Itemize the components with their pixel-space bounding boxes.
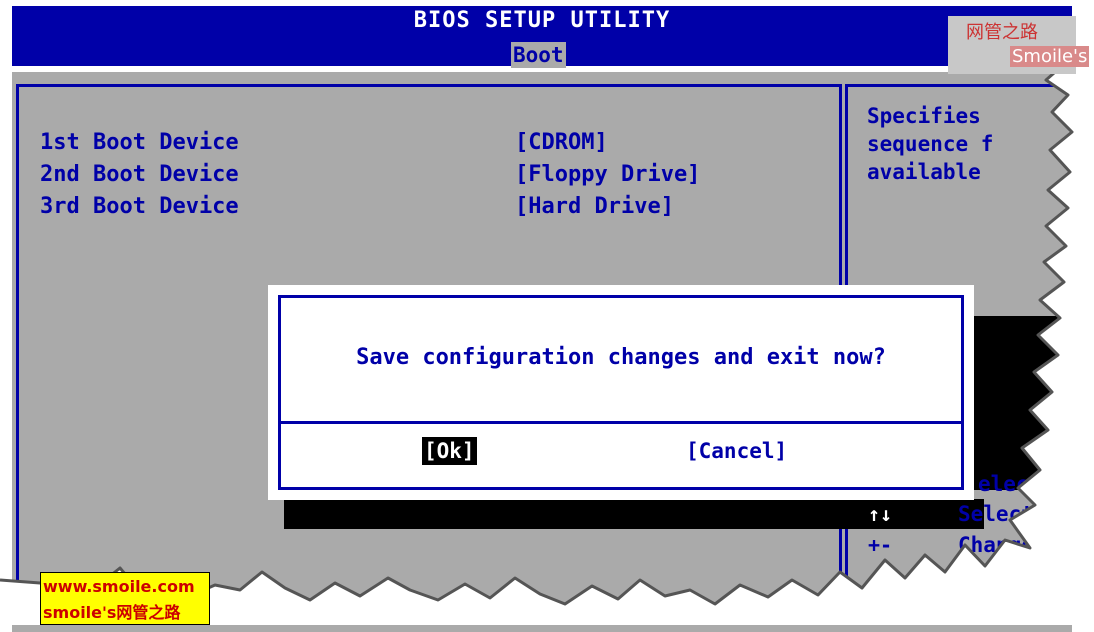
watermark-text: smoile's网管之路 (43, 603, 181, 622)
key-help-line: Change (958, 533, 1034, 557)
boot-device-row[interactable]: 2nd Boot Device [Floppy Drive] (0, 162, 840, 198)
dialog-frame (278, 295, 964, 490)
help-text-line: available (867, 160, 981, 184)
boot-device-value[interactable]: [CDROM] (515, 130, 608, 155)
dialog-divider (278, 421, 964, 424)
ok-button[interactable]: [Ok] (422, 437, 477, 465)
dialog-message: Save configuration changes and exit now? (356, 345, 886, 370)
watermark-text: www.smoile.com (43, 577, 195, 596)
watermark-text: Smoile's (1010, 46, 1090, 67)
boot-device-value[interactable]: [Floppy Drive] (515, 162, 700, 187)
plus-minus-icon: +- (868, 533, 893, 557)
key-help-line: elect S (978, 472, 1067, 496)
watermark-bottom: www.smoile.com smoile's网管之路 (40, 572, 210, 625)
bios-title: BIOS SETUP UTILITY (413, 8, 671, 33)
cancel-button[interactable]: [Cancel] (686, 437, 787, 465)
boot-device-label: 1st Boot Device (40, 130, 239, 155)
tab-boot[interactable]: Boot (511, 42, 566, 68)
dialog-shadow (964, 316, 1074, 490)
title-bar: BIOS SETUP UTILITY Boot (12, 6, 1072, 68)
key-help-line: Select I (958, 502, 1060, 526)
boot-device-label: 2nd Boot Device (40, 162, 239, 187)
help-text-line: sequence f (867, 132, 994, 156)
boot-device-value[interactable]: [Hard Drive] (515, 194, 674, 219)
help-text-line: Specifies (867, 104, 981, 128)
boot-device-label: 3rd Boot Device (40, 194, 239, 219)
boot-device-row[interactable]: 1st Boot Device [CDROM] (0, 130, 840, 166)
save-exit-dialog: Save configuration changes and exit now?… (268, 285, 974, 500)
bios-screen: BIOS SETUP UTILITY Boot 1st Boot Device … (0, 0, 1094, 632)
watermark-text: 网管之路 (966, 22, 1038, 43)
arrow-updown-icon: ↑↓ (868, 502, 893, 526)
boot-device-row[interactable]: 3rd Boot Device [Hard Drive] (0, 194, 840, 230)
